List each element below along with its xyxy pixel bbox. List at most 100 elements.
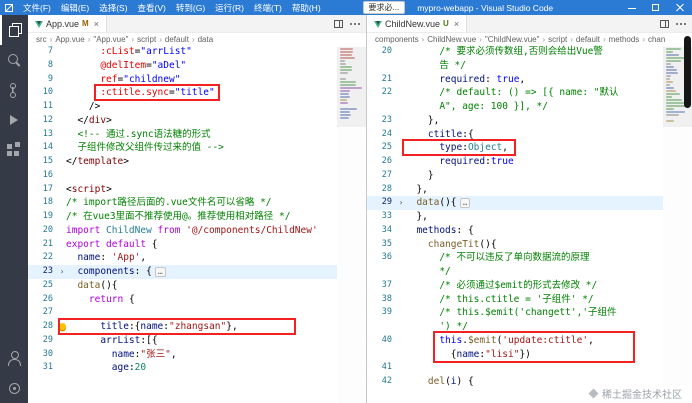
code-line[interactable]: 21 export default {	[28, 238, 337, 252]
code-line[interactable]: 22 name: 'App',	[28, 251, 337, 265]
search-overlay[interactable]: 要求必...	[362, 1, 406, 14]
menu-item[interactable]: 转到(G)	[171, 0, 210, 15]
code-line[interactable]: 36 /* 不可以违反了单向数据流的原理	[367, 251, 663, 265]
code-line[interactable]: 25 type:Object,	[367, 141, 663, 155]
minimap-left[interactable]	[337, 45, 366, 403]
code-line[interactable]: 24 ctitle:{	[367, 128, 663, 142]
tab-close-icon[interactable]: ×	[454, 19, 459, 29]
code-line[interactable]: 7 :cList="arrList"	[28, 45, 337, 59]
code-line[interactable]: 28 title:{name:"zhangsan"},	[28, 320, 337, 334]
code-line[interactable]: 33 },	[367, 210, 663, 224]
menu-item[interactable]: 文件(F)	[18, 0, 56, 15]
maximize-button[interactable]	[644, 0, 668, 15]
code-line[interactable]: 25 data(){	[28, 279, 337, 293]
menu-item[interactable]: 查看(V)	[133, 0, 171, 15]
breadcrumb-right: components › ChildNew.vue › "ChildNew.vue" › s…	[367, 33, 692, 45]
sidebar-item-search[interactable]	[0, 45, 28, 75]
code-line[interactable]: 20 import ChildNew from '@/components/Chi…	[28, 224, 337, 238]
code-line[interactable]: 15 </template>	[28, 155, 337, 169]
minimap-slider[interactable]	[337, 47, 366, 127]
code-line[interactable]: 29 arrList:[{	[28, 334, 337, 348]
code-line[interactable]: 13 <!-- 通过.sync语法糖的形式	[28, 128, 337, 142]
code-line[interactable]: 23 › components: {…	[28, 265, 337, 279]
code-line[interactable]: 12 </div>	[28, 114, 337, 128]
menu-item[interactable]: 终端(T)	[249, 0, 287, 15]
code-line[interactable]: 23 },	[367, 114, 663, 128]
sidebar-item-account[interactable]	[0, 343, 28, 373]
code-line[interactable]: 34 methods: {	[367, 224, 663, 238]
breadcrumb-item[interactable]: default	[165, 35, 189, 44]
fold-chevron-icon[interactable]: ›	[58, 265, 66, 279]
code-line[interactable]: 39 /* this.$emit('changett','子组件	[367, 306, 663, 320]
code-line[interactable]: 20 /* 要求必须传数组,否则会给出Vue警	[367, 45, 663, 59]
sidebar-item-explorer[interactable]	[0, 15, 28, 45]
menu-item[interactable]: 编辑(E)	[56, 0, 94, 15]
breadcrumb-item[interactable]: src	[36, 35, 47, 44]
minimize-button[interactable]	[620, 0, 644, 15]
sidebar-item-run-debug[interactable]	[0, 105, 28, 135]
code-text: ctitle:{	[427, 128, 474, 140]
code-line[interactable]: 17 <script>	[28, 183, 337, 197]
vue-file-icon	[35, 21, 43, 28]
sidebar-item-settings[interactable]	[0, 373, 28, 403]
split-editor-icon[interactable]	[660, 20, 669, 28]
code-line[interactable]: 16	[28, 169, 337, 183]
breadcrumb-item[interactable]: ChildNew.vue	[427, 35, 476, 44]
code-line[interactable]: 26 required:true	[367, 155, 663, 169]
code-line[interactable]: 26 return {	[28, 293, 337, 307]
code-line[interactable]: 21 required: true,	[367, 73, 663, 87]
code-line[interactable]: 38 /* this.ctitle = '子组件' */	[367, 293, 663, 307]
code-line[interactable]: ') */	[367, 320, 663, 334]
menu-item[interactable]: 帮助(H)	[287, 0, 326, 15]
code-line[interactable]: 9 ref="childnew"	[28, 73, 337, 87]
code-text: }	[427, 169, 434, 181]
fold-chevron-icon[interactable]: ›	[397, 196, 405, 210]
code-line[interactable]: 10 :ctitle.sync="title"	[28, 86, 337, 100]
breadcrumb-item[interactable]: "App.vue"	[93, 35, 128, 44]
sidebar-item-extensions[interactable]	[0, 135, 28, 165]
code-line[interactable]: 22 /* default: () => [{ name: "默认	[367, 86, 663, 100]
code-line[interactable]: 35 changeTit(){	[367, 238, 663, 252]
code-line[interactable]: 告 */	[367, 59, 663, 73]
code-line[interactable]: 41	[367, 361, 663, 375]
lightbulb-icon[interactable]	[58, 323, 66, 330]
code-line[interactable]: 8 @delItem="aDel"	[28, 59, 337, 73]
tab-app-vue[interactable]: App.vue M ×	[28, 15, 107, 32]
code-editor-app-vue[interactable]: 7 :cList="arrList" 8 @delItem="aDel" 9 ref…	[28, 45, 337, 403]
code-line[interactable]: 27	[28, 306, 337, 320]
page-scrollbar[interactable]	[684, 36, 691, 108]
breadcrumb-item[interactable]: chan	[648, 35, 665, 44]
code-line[interactable]: 29 › data(){…	[367, 196, 663, 210]
breadcrumb-item[interactable]: methods	[609, 35, 640, 44]
menu-item[interactable]: 选择(S)	[94, 0, 132, 15]
split-editor-icon[interactable]	[334, 20, 343, 28]
code-line[interactable]: 30 name:"张三",	[28, 348, 337, 362]
menu-item[interactable]: 运行(R)	[210, 0, 249, 15]
breadcrumb-item[interactable]: components	[375, 35, 419, 44]
code-line[interactable]: 18 /* import路径后面的.vue文件名可以省略 */	[28, 196, 337, 210]
code-line[interactable]: {name:"lisi"})	[367, 348, 663, 362]
code-line[interactable]: */	[367, 265, 663, 279]
code-line[interactable]: 28 },	[367, 183, 663, 197]
breadcrumb-item[interactable]: default	[576, 35, 600, 44]
code-line[interactable]: 27 }	[367, 169, 663, 183]
code-line[interactable]: 37 /* 必须通过$emit的形式去修改 */	[367, 279, 663, 293]
sidebar-item-source-control[interactable]	[0, 75, 28, 105]
tab-childnew-vue[interactable]: ChildNew.vue U ×	[367, 15, 468, 32]
breadcrumb-item[interactable]: App.vue	[55, 35, 84, 44]
more-actions-icon[interactable]	[676, 22, 687, 26]
code-line[interactable]: 31 age:20	[28, 361, 337, 375]
code-line[interactable]: 11 />	[28, 100, 337, 114]
breadcrumb-item[interactable]: script	[137, 35, 156, 44]
tab-close-icon[interactable]: ×	[94, 19, 99, 29]
code-line[interactable]: 19 /* 在vue3里面不推荐使用@。推荐使用相对路径 */	[28, 210, 337, 224]
breadcrumb-item[interactable]: script	[548, 35, 567, 44]
more-actions-icon[interactable]	[350, 22, 361, 26]
breadcrumb-item[interactable]: data	[198, 35, 214, 44]
code-line[interactable]: A", age: 100 }], */	[367, 100, 663, 114]
code-line[interactable]: 40 this.$emit('update:ctitle',	[367, 334, 663, 348]
close-button[interactable]	[668, 0, 692, 15]
code-editor-childnew-vue[interactable]: 20 /* 要求必须传数组,否则会给出Vue警 告 */ 21 required:…	[367, 45, 663, 403]
breadcrumb-item[interactable]: "ChildNew.vue"	[485, 35, 540, 44]
code-line[interactable]: 14 子组件修改父组件传过来的值 -->	[28, 141, 337, 155]
